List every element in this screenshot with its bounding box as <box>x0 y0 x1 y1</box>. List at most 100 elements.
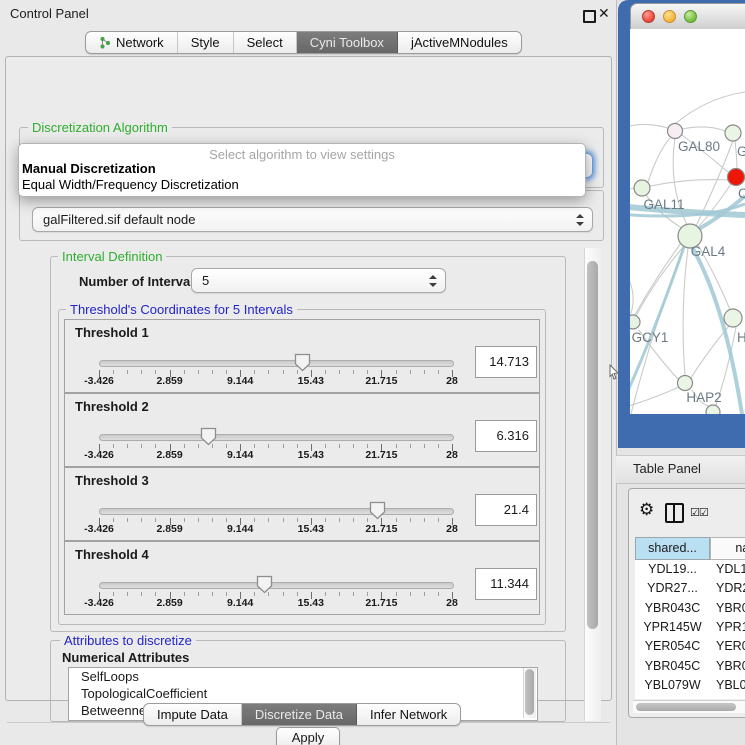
numerical-attributes-label: Numerical Attributes <box>62 650 189 665</box>
threshold-value-field[interactable]: 14.713 <box>475 346 537 378</box>
slider-tick <box>410 444 411 448</box>
slider-tick <box>367 444 368 448</box>
slider-tick <box>367 592 368 596</box>
slider-thumb[interactable] <box>294 353 311 372</box>
slider-tick-label: 2.859 <box>156 523 182 535</box>
column-layout-icon[interactable] <box>665 503 684 523</box>
table-row[interactable]: YDL19...YDL1 <box>635 560 745 579</box>
attribute-item-selfloops[interactable]: SelfLoops <box>69 668 537 685</box>
tab-style[interactable]: Style <box>178 32 234 53</box>
tab-jactivemnodules[interactable]: jActiveMNodules <box>398 32 521 53</box>
float-window-icon[interactable] <box>583 10 596 23</box>
attribute-item-topologicalcoefficient[interactable]: TopologicalCoefficient <box>69 685 537 702</box>
settings-gear-icon[interactable]: ⚙ <box>639 500 654 520</box>
table-row[interactable]: YBL079WYBL0 <box>635 676 745 695</box>
attributes-scrollbar-thumb[interactable] <box>525 669 534 715</box>
slider-tick <box>268 370 269 374</box>
number-of-intervals-combobox[interactable]: 5 <box>191 268 446 293</box>
cell-name: YBR0 <box>711 657 745 676</box>
close-traffic-light-icon[interactable] <box>642 10 655 23</box>
network-graph: GAL80GACGAL11GAL4GCY1HHAP2 <box>630 29 745 414</box>
tab-label: Style <box>191 32 220 53</box>
slider-tick-label: 9.144 <box>227 523 253 535</box>
slider-tick <box>283 370 284 374</box>
tab-discretize-data[interactable]: Discretize Data <box>242 704 357 725</box>
slider-tick <box>283 592 284 596</box>
slider-tick <box>325 518 326 522</box>
network-window-frame[interactable]: GAL80GACGAL11GAL4GCY1HHAP2 <box>618 0 745 448</box>
cell-shared-name: YBL079W <box>635 676 710 695</box>
threshold-value-field[interactable]: 11.344 <box>475 568 537 600</box>
tab-impute-data[interactable]: Impute Data <box>144 704 242 725</box>
tab-infer-network[interactable]: Infer Network <box>357 704 460 725</box>
slider-thumb[interactable] <box>200 427 217 446</box>
zoom-traffic-light-icon[interactable] <box>684 10 697 23</box>
network-edge <box>630 260 633 316</box>
apply-button[interactable]: Apply <box>276 727 340 745</box>
slider-tick-label: 2.859 <box>156 375 182 387</box>
slider-track[interactable] <box>99 582 454 589</box>
slider-thumb[interactable] <box>369 501 386 520</box>
attributes-scrollbar-track[interactable] <box>523 668 536 718</box>
table-row[interactable]: YPR145WYPR1 <box>635 618 745 637</box>
network-node-c[interactable] <box>728 169 745 186</box>
threshold-value-field[interactable]: 21.4 <box>475 494 537 526</box>
network-node-gal11[interactable] <box>634 180 650 196</box>
table-row[interactable]: YER054CYER0 <box>635 637 745 656</box>
tab-label: Network <box>116 32 164 53</box>
cell-shared-name: YDR27... <box>635 579 710 598</box>
network-node-label: HAP2 <box>686 390 721 405</box>
settings-scrollbar-thumb[interactable] <box>587 261 598 629</box>
slider-tick-label: 9.144 <box>227 449 253 461</box>
slider-thumb[interactable] <box>256 575 273 594</box>
tab-network[interactable]: Network <box>86 32 178 53</box>
network-node-hap2[interactable] <box>678 376 693 391</box>
slider-tick <box>396 444 397 448</box>
threshold-label: Threshold 2 <box>75 399 149 414</box>
slider-tick <box>367 370 368 374</box>
table-hscrollbar-track[interactable] <box>633 700 745 713</box>
table-hscrollbar-thumb[interactable] <box>636 703 736 711</box>
popup-option-equal-width-frequency[interactable]: Equal Width/Frequency Discretization <box>22 177 239 192</box>
tab-label: Discretize Data <box>255 704 343 725</box>
slider-tick <box>226 444 227 448</box>
table-row[interactable]: YBR045CYBR0 <box>635 657 745 676</box>
cell-name: YBR0 <box>711 599 745 618</box>
table-row[interactable]: YLR345WYLR3 <box>635 695 745 699</box>
network-node-h[interactable] <box>724 309 742 327</box>
slider-track[interactable] <box>99 508 454 515</box>
slider-tick-label: 2.859 <box>156 597 182 609</box>
network-node-gcy1[interactable] <box>630 315 640 329</box>
slider-tick <box>424 370 425 374</box>
slider-tick <box>184 518 185 522</box>
tab-select[interactable]: Select <box>234 32 297 53</box>
table-data-combobox[interactable]: galFiltered.sif default node <box>32 207 593 232</box>
threshold-value-field[interactable]: 6.316 <box>475 420 537 452</box>
table-row[interactable]: YBR043CYBR0 <box>635 599 745 618</box>
network-node-ga[interactable] <box>725 125 741 141</box>
select-columns-icon[interactable]: ☑☑ <box>690 506 708 519</box>
network-window-titlebar[interactable] <box>630 3 745 31</box>
minimize-traffic-light-icon[interactable] <box>663 10 676 23</box>
popup-option-manual-discretization[interactable]: Manual Discretization <box>22 161 156 176</box>
network-canvas[interactable]: GAL80GACGAL11GAL4GCY1HHAP2 <box>630 29 745 414</box>
network-node-gal80[interactable] <box>668 124 683 139</box>
slider-tick <box>127 518 128 522</box>
slider-tick <box>226 518 227 522</box>
column-header-name[interactable]: name <box>710 537 745 560</box>
tab-label: Impute Data <box>157 704 228 725</box>
slider-track[interactable] <box>99 360 454 367</box>
slider-tick <box>396 518 397 522</box>
tab-cyni-toolbox[interactable]: Cyni Toolbox <box>297 32 398 53</box>
settings-scrollbar-track[interactable] <box>584 248 601 721</box>
slider-track[interactable] <box>99 434 454 441</box>
slider-tick-label: 28 <box>446 449 458 461</box>
network-node[interactable] <box>706 405 720 414</box>
interval-definition-title: Interval Definition <box>58 249 166 264</box>
cell-name: YPR1 <box>711 618 745 637</box>
number-of-intervals-label: Number of Intervals <box>79 274 201 289</box>
close-icon[interactable]: ✕ <box>598 5 610 22</box>
cyni-toolbox-panel: Discretization Algorithm Select algorith… <box>5 56 612 701</box>
table-row[interactable]: YDR27...YDR2 <box>635 579 745 598</box>
column-header-shared-name[interactable]: shared... <box>635 537 710 560</box>
